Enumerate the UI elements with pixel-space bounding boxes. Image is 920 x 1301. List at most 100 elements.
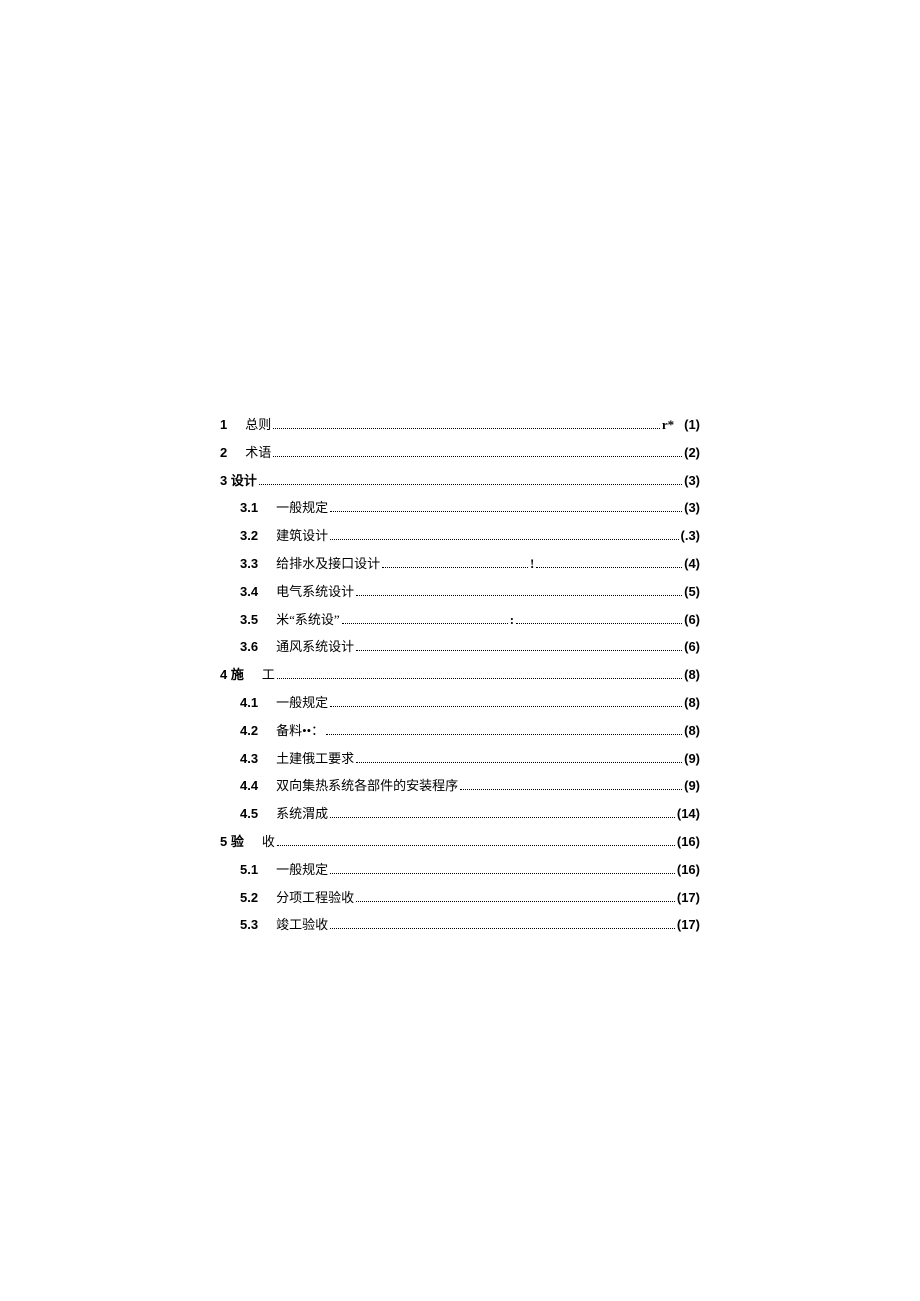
toc-entry: 2 术语 (2) <box>220 443 700 464</box>
toc-label: 竣工验收 <box>276 915 328 936</box>
toc-number: 4.4 <box>240 776 258 797</box>
toc-label: 一般规定 <box>276 693 328 714</box>
toc-leader <box>356 650 682 651</box>
toc-entry: 3.6 通风系统设计 (6) <box>220 637 700 658</box>
toc-number: 5.3 <box>240 915 258 936</box>
toc-number: 3.6 <box>240 637 258 658</box>
toc-leader <box>330 928 675 929</box>
toc-entry: 3.3 给排水及接口设计 ! (4) <box>220 554 700 575</box>
toc-page: (17) <box>677 888 700 909</box>
toc-number: 5.1 <box>240 860 258 881</box>
toc-page: (14) <box>677 804 700 825</box>
toc-leader <box>277 678 682 679</box>
toc-label: 备料••： <box>276 721 324 742</box>
toc-entry: 5.2 分项工程验收 (17) <box>220 888 700 909</box>
toc-entry: 3.2 建筑设计 (.3) <box>220 526 700 547</box>
toc-leader <box>536 567 682 568</box>
toc-leader <box>516 623 682 624</box>
toc-page: (6) <box>684 637 700 658</box>
toc-label: 一般规定 <box>276 498 328 519</box>
toc-entry: 4 施 工 (8) <box>220 665 700 686</box>
toc-entry: 3.1 一般规定 (3) <box>220 498 700 519</box>
toc-number: 4.3 <box>240 749 258 770</box>
toc-number: 3 设计 <box>220 471 257 492</box>
toc-leader <box>382 567 528 568</box>
toc-leader <box>273 428 660 429</box>
toc-entry: 5 验 收 (16) <box>220 832 700 853</box>
toc-page: (3) <box>684 498 700 519</box>
toc-entry: 5.3 竣工验收 (17) <box>220 915 700 936</box>
table-of-contents: 1 总则 r* (1) 2 术语 (2) 3 设计 (3) 3.1 一般规定 (… <box>220 415 700 943</box>
toc-page: (16) <box>677 832 700 853</box>
toc-entry: 4.1 一般规定 (8) <box>220 693 700 714</box>
toc-page: (6) <box>684 610 700 631</box>
toc-page: (4) <box>684 554 700 575</box>
toc-label: 总则 <box>245 415 271 436</box>
toc-trail: ! <box>530 554 534 575</box>
toc-number: 3.2 <box>240 526 258 547</box>
toc-number: 3.5 <box>240 610 258 631</box>
toc-page: (2) <box>684 443 700 464</box>
toc-number: 4.1 <box>240 693 258 714</box>
toc-entry: 3.5 米“系统设” : (6) <box>220 610 700 631</box>
toc-leader <box>330 706 682 707</box>
toc-page: (16) <box>677 860 700 881</box>
toc-label: 一般规定 <box>276 860 328 881</box>
toc-leader <box>273 456 682 457</box>
toc-label: 电气系统设计 <box>276 582 354 603</box>
toc-page: (17) <box>677 915 700 936</box>
toc-number: 5.2 <box>240 888 258 909</box>
toc-page: (9) <box>684 776 700 797</box>
toc-page: (8) <box>684 665 700 686</box>
toc-page: (8) <box>684 721 700 742</box>
toc-label: 双向集热系统各部件的安装程序 <box>276 776 458 797</box>
toc-number: 4 施 <box>220 665 244 686</box>
toc-entry: 5.1 一般规定 (16) <box>220 860 700 881</box>
toc-leader <box>330 539 678 540</box>
toc-entry: 3.4 电气系统设计 (5) <box>220 582 700 603</box>
toc-leader <box>460 789 682 790</box>
toc-number: 3.4 <box>240 582 258 603</box>
toc-leader <box>277 845 675 846</box>
toc-entry: 4.5 系统渭成 (14) <box>220 804 700 825</box>
toc-page: (9) <box>684 749 700 770</box>
toc-label: 收 <box>262 832 275 853</box>
toc-entry: 4.4 双向集热系统各部件的安装程序 (9) <box>220 776 700 797</box>
toc-label: 建筑设计 <box>276 526 328 547</box>
toc-leader <box>356 901 675 902</box>
toc-leader <box>342 623 508 624</box>
toc-number: 3.1 <box>240 498 258 519</box>
toc-label: 系统渭成 <box>276 804 328 825</box>
toc-page: (5) <box>684 582 700 603</box>
toc-number: 3.3 <box>240 554 258 575</box>
toc-label: 工 <box>262 665 275 686</box>
toc-number: 5 验 <box>220 832 244 853</box>
toc-label: 通风系统设计 <box>276 637 354 658</box>
toc-number: 4.2 <box>240 721 258 742</box>
toc-leader <box>356 762 682 763</box>
toc-leader <box>326 734 682 735</box>
toc-label: 给排水及接口设计 <box>276 554 380 575</box>
toc-entry: 1 总则 r* (1) <box>220 415 700 436</box>
toc-entry: 4.3 土建俄工要求 (9) <box>220 749 700 770</box>
toc-leader <box>259 484 682 485</box>
toc-label: 术语 <box>245 443 271 464</box>
toc-leader <box>330 873 675 874</box>
toc-label: 土建俄工要求 <box>276 749 354 770</box>
toc-trail: : <box>510 610 514 631</box>
toc-leader <box>330 511 682 512</box>
toc-leader <box>356 595 682 596</box>
toc-leader <box>330 817 675 818</box>
toc-page: (8) <box>684 693 700 714</box>
toc-page: (1) <box>684 415 700 436</box>
toc-page: (3) <box>684 471 700 492</box>
toc-entry: 4.2 备料••： (8) <box>220 721 700 742</box>
toc-label: 米“系统设” <box>276 610 340 631</box>
toc-number: 1 <box>220 415 227 436</box>
toc-trail: r* <box>662 415 674 436</box>
toc-number: 4.5 <box>240 804 258 825</box>
toc-number: 2 <box>220 443 227 464</box>
toc-entry: 3 设计 (3) <box>220 471 700 492</box>
toc-page: (.3) <box>681 526 701 547</box>
toc-label: 分项工程验收 <box>276 888 354 909</box>
